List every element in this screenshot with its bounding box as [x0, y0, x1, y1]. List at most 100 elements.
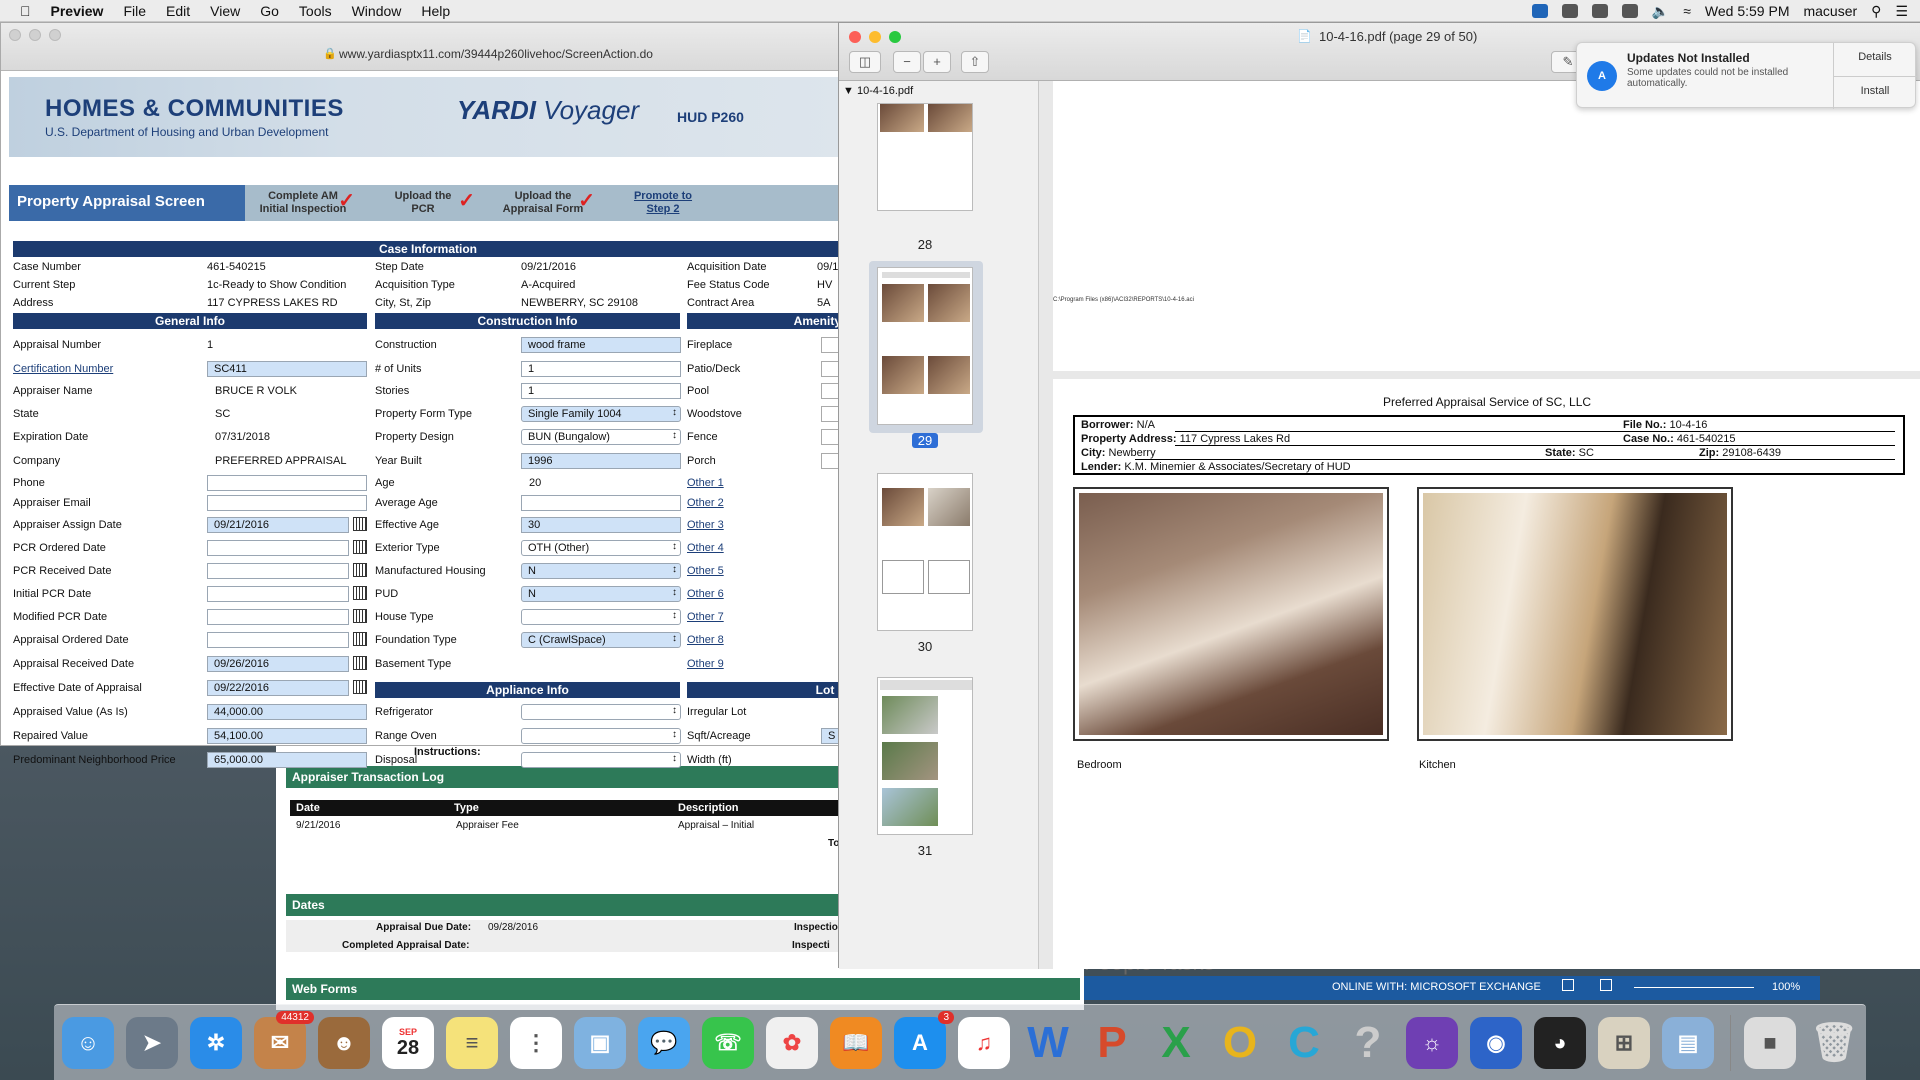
design-select[interactable]: BUN (Bungalow): [521, 429, 681, 445]
pcr-ordered-field[interactable]: [207, 540, 349, 556]
other-6-link[interactable]: Other 6: [687, 588, 724, 600]
range-oven-select[interactable]: [521, 728, 681, 744]
other-7-link[interactable]: Other 7: [687, 611, 724, 623]
manufactured-housing-select[interactable]: N: [521, 563, 681, 579]
sidebar-toggle-icon[interactable]: ◫: [849, 51, 881, 73]
update-notification[interactable]: A Updates Not Installed Some updates cou…: [1576, 42, 1917, 109]
stories-field[interactable]: 1: [521, 383, 681, 399]
mail-icon[interactable]: ✉ 44312: [254, 1011, 314, 1069]
refrigerator-select[interactable]: [521, 704, 681, 720]
calendar-icon[interactable]: [353, 609, 367, 623]
menu-file[interactable]: File: [123, 3, 146, 19]
as-is-value-field[interactable]: 44,000.00: [207, 704, 367, 720]
window-minimize-button[interactable]: [29, 29, 41, 41]
form-type-select[interactable]: Single Family 1004: [521, 406, 681, 422]
modified-pcr-field[interactable]: [207, 609, 349, 625]
effective-age-field[interactable]: 30: [521, 517, 681, 533]
menubar-user[interactable]: macuser: [1803, 3, 1857, 19]
calendar-icon[interactable]: [353, 632, 367, 646]
thumbnail-page-29[interactable]: [877, 267, 973, 425]
window-close-button[interactable]: [9, 29, 21, 41]
reading-view-icon[interactable]: [1600, 979, 1612, 991]
menu-window[interactable]: Window: [352, 3, 402, 19]
foundation-type-select[interactable]: C (CrawlSpace): [521, 632, 681, 648]
outlook-status-icon[interactable]: [1531, 4, 1548, 18]
airplay-icon[interactable]: [1591, 4, 1608, 18]
google-earth-icon[interactable]: ◉: [1470, 1017, 1522, 1069]
share-icon[interactable]: ⇧: [961, 51, 989, 73]
step-promote-link[interactable]: Promote to Step 2: [609, 185, 717, 221]
zoom-in-icon[interactable]: +: [923, 51, 951, 73]
volume-icon[interactable]: 🔈: [1652, 3, 1669, 20]
other-9-link[interactable]: Other 9: [687, 658, 724, 670]
calendar-icon[interactable]: [353, 656, 367, 670]
c-app-icon[interactable]: C: [1278, 1017, 1330, 1069]
reminders-icon[interactable]: ⋮: [510, 1017, 562, 1069]
disclosure-triangle-icon[interactable]: ▼: [843, 85, 854, 97]
thumbnail-page-30[interactable]: [877, 473, 973, 631]
other-5-link[interactable]: Other 5: [687, 565, 724, 577]
window-close-button[interactable]: [849, 31, 861, 43]
ibooks-icon[interactable]: 📖: [830, 1017, 882, 1069]
other-8-link[interactable]: Other 8: [687, 634, 724, 646]
photos-icon[interactable]: ✿: [766, 1017, 818, 1069]
pud-select[interactable]: N: [521, 586, 681, 602]
construction-field[interactable]: wood frame: [521, 337, 681, 353]
apple-icon[interactable]: : [20, 3, 31, 19]
menu-tools[interactable]: Tools: [299, 3, 332, 19]
finder-icon[interactable]: ☺: [62, 1017, 114, 1069]
outlook-dock-icon[interactable]: O: [1214, 1017, 1266, 1069]
calendar-icon[interactable]: SEP 28: [382, 1017, 434, 1069]
neighborhood-price-field[interactable]: 65,000.00: [207, 752, 367, 768]
photo-booth-icon[interactable]: ▣: [574, 1017, 626, 1069]
window-zoom-button[interactable]: [49, 29, 61, 41]
trash-icon[interactable]: 🗑: [1808, 1017, 1860, 1069]
other-3-link[interactable]: Other 3: [687, 519, 724, 531]
word-icon[interactable]: W: [1022, 1017, 1074, 1069]
activity-monitor-icon[interactable]: ◕: [1534, 1017, 1586, 1069]
itunes-icon[interactable]: ♫: [958, 1017, 1010, 1069]
other-2-link[interactable]: Other 2: [687, 497, 724, 509]
facetime-icon[interactable]: ☏: [702, 1017, 754, 1069]
step-complete-am[interactable]: Complete AM Initial Inspection ✓: [249, 185, 357, 221]
normal-view-icon[interactable]: [1562, 979, 1574, 991]
pcr-received-field[interactable]: [207, 563, 349, 579]
launchpad-icon[interactable]: ➤: [126, 1017, 178, 1069]
exterior-type-select[interactable]: OTH (Other): [521, 540, 681, 556]
certification-number-field[interactable]: SC411: [207, 361, 367, 377]
notification-center-icon[interactable]: ☰: [1895, 3, 1908, 20]
initial-pcr-field[interactable]: [207, 586, 349, 602]
menu-help[interactable]: Help: [421, 3, 450, 19]
spotlight-search-icon[interactable]: ⚲: [1871, 3, 1881, 20]
certification-number-link[interactable]: Certification Number: [13, 363, 113, 375]
calendar-icon[interactable]: [353, 586, 367, 600]
calendar-icon[interactable]: [353, 540, 367, 554]
address-bar[interactable]: www.yardiasptx11.com/39444p260livehoc/Sc…: [339, 47, 653, 61]
house-type-select[interactable]: [521, 609, 681, 625]
average-age-field[interactable]: [521, 495, 681, 511]
appraisal-received-field[interactable]: 09/26/2016: [207, 656, 349, 672]
notification-details-button[interactable]: Details: [1833, 51, 1917, 63]
sidebar-file[interactable]: ▼ 10-4-16.pdf: [843, 85, 913, 97]
menu-view[interactable]: View: [210, 3, 240, 19]
assign-date-field[interactable]: 09/21/2016: [207, 517, 349, 533]
zoom-slider[interactable]: [1634, 987, 1754, 988]
preview-dock-icon[interactable]: ▤: [1662, 1017, 1714, 1069]
safari-icon[interactable]: ✲: [190, 1017, 242, 1069]
preview-title[interactable]: 10-4-16.pdf (page 29 of 50): [1319, 29, 1477, 44]
window-minimize-button[interactable]: [869, 31, 881, 43]
thumbnail-page-28[interactable]: [877, 103, 973, 211]
step-upload-appraisal[interactable]: Upload the Appraisal Form ✓: [489, 185, 597, 221]
contacts-icon[interactable]: ☻: [318, 1017, 370, 1069]
app-store-dock-icon[interactable]: A3: [894, 1011, 954, 1069]
messages-icon[interactable]: 💬: [638, 1017, 690, 1069]
units-field[interactable]: 1: [521, 361, 681, 377]
other-1-link[interactable]: Other 1: [687, 477, 724, 489]
timemachine-icon[interactable]: [1621, 4, 1638, 18]
wifi-icon[interactable]: ≈: [1683, 3, 1691, 19]
menu-edit[interactable]: Edit: [166, 3, 190, 19]
bluetooth-icon[interactable]: [1561, 4, 1578, 18]
other-4-link[interactable]: Other 4: [687, 542, 724, 554]
downloads-stack-icon[interactable]: ■: [1744, 1017, 1796, 1069]
help-icon[interactable]: ?: [1342, 1017, 1394, 1069]
